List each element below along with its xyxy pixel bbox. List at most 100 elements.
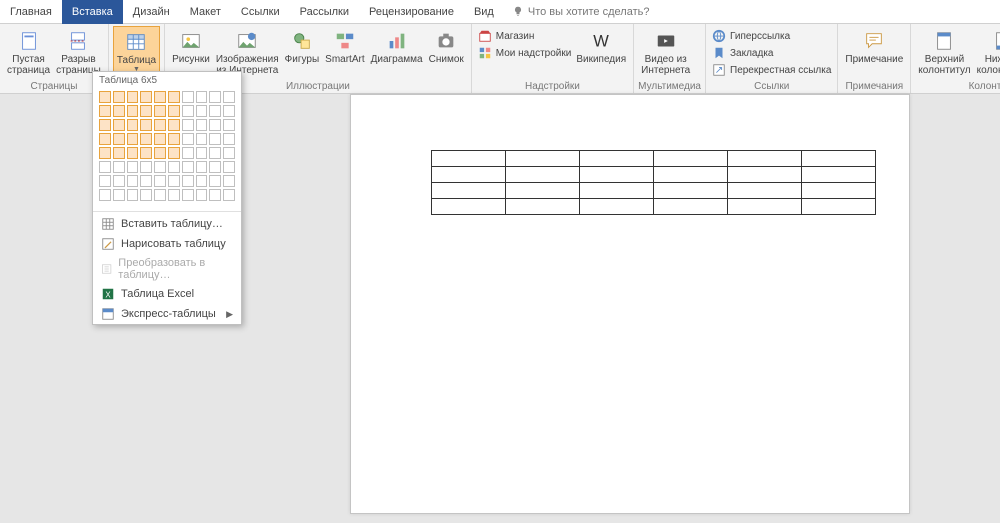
tab-view[interactable]: Вид (464, 0, 504, 24)
grid-cell[interactable] (182, 189, 194, 201)
hyperlink-button[interactable]: Гиперссылка (710, 28, 833, 44)
grid-cell[interactable] (196, 133, 208, 145)
grid-cell[interactable] (223, 133, 235, 145)
tab-insert[interactable]: Вставка (62, 0, 123, 24)
grid-cell[interactable] (113, 175, 125, 187)
grid-cell[interactable] (154, 133, 166, 145)
grid-cell[interactable] (223, 91, 235, 103)
grid-cell[interactable] (127, 133, 139, 145)
tab-references[interactable]: Ссылки (231, 0, 290, 24)
grid-cell[interactable] (113, 105, 125, 117)
grid-cell[interactable] (127, 189, 139, 201)
wikipedia-button[interactable]: W Википедия (573, 26, 629, 67)
grid-cell[interactable] (140, 133, 152, 145)
grid-cell[interactable] (154, 161, 166, 173)
grid-cell[interactable] (140, 161, 152, 173)
grid-cell[interactable] (154, 175, 166, 187)
footer-button[interactable]: Нижний колонтитул (974, 26, 1000, 78)
table-cell[interactable] (432, 183, 506, 199)
store-button[interactable]: Магазин (476, 28, 574, 44)
grid-cell[interactable] (99, 91, 111, 103)
tell-me-search[interactable]: Что вы хотите сделать? (512, 6, 650, 18)
grid-cell[interactable] (209, 189, 221, 201)
grid-cell[interactable] (168, 189, 180, 201)
table-cell[interactable] (654, 151, 728, 167)
grid-cell[interactable] (140, 91, 152, 103)
excel-table-item[interactable]: X Таблица Excel (93, 284, 241, 304)
grid-cell[interactable] (209, 133, 221, 145)
grid-cell[interactable] (182, 161, 194, 173)
grid-cell[interactable] (154, 119, 166, 131)
grid-cell[interactable] (196, 189, 208, 201)
grid-cell[interactable] (168, 161, 180, 173)
grid-cell[interactable] (196, 147, 208, 159)
grid-cell[interactable] (127, 91, 139, 103)
grid-cell[interactable] (209, 91, 221, 103)
table-cell[interactable] (506, 151, 580, 167)
grid-cell[interactable] (127, 105, 139, 117)
grid-cell[interactable] (196, 175, 208, 187)
table-cell[interactable] (802, 183, 876, 199)
table-button[interactable]: Таблица ▼ (113, 26, 160, 76)
grid-cell[interactable] (168, 133, 180, 145)
table-cell[interactable] (506, 199, 580, 215)
grid-cell[interactable] (182, 175, 194, 187)
table-cell[interactable] (580, 167, 654, 183)
table-cell[interactable] (580, 151, 654, 167)
insert-table-item[interactable]: Вставить таблицу… (93, 214, 241, 234)
my-addins-button[interactable]: Мои надстройки (476, 45, 574, 61)
grid-cell[interactable] (140, 105, 152, 117)
grid-cell[interactable] (182, 105, 194, 117)
grid-cell[interactable] (113, 189, 125, 201)
grid-cell[interactable] (154, 189, 166, 201)
grid-cell[interactable] (209, 105, 221, 117)
grid-cell[interactable] (196, 105, 208, 117)
grid-cell[interactable] (209, 119, 221, 131)
grid-cell[interactable] (196, 119, 208, 131)
pictures-button[interactable]: Рисунки (169, 26, 213, 67)
grid-cell[interactable] (168, 91, 180, 103)
table-cell[interactable] (580, 183, 654, 199)
grid-cell[interactable] (154, 91, 166, 103)
grid-cell[interactable] (127, 147, 139, 159)
grid-cell[interactable] (223, 119, 235, 131)
grid-cell[interactable] (154, 147, 166, 159)
table-cell[interactable] (580, 199, 654, 215)
screenshot-button[interactable]: Снимок (426, 26, 467, 67)
grid-cell[interactable] (127, 161, 139, 173)
grid-cell[interactable] (99, 105, 111, 117)
table-cell[interactable] (432, 151, 506, 167)
grid-cell[interactable] (182, 147, 194, 159)
grid-cell[interactable] (154, 105, 166, 117)
tab-home[interactable]: Главная (0, 0, 62, 24)
grid-cell[interactable] (223, 147, 235, 159)
grid-cell[interactable] (168, 175, 180, 187)
grid-cell[interactable] (99, 175, 111, 187)
table-cell[interactable] (728, 167, 802, 183)
tab-review[interactable]: Рецензирование (359, 0, 464, 24)
table-cell[interactable] (432, 199, 506, 215)
grid-cell[interactable] (223, 175, 235, 187)
shapes-button[interactable]: Фигуры (282, 26, 322, 67)
grid-cell[interactable] (127, 175, 139, 187)
grid-cell[interactable] (127, 119, 139, 131)
document-table[interactable] (431, 150, 876, 215)
grid-cell[interactable] (113, 133, 125, 145)
table-cell[interactable] (802, 199, 876, 215)
blank-page-button[interactable]: Пустая страница (4, 26, 53, 78)
smartart-button[interactable]: SmartArt (322, 26, 367, 67)
table-cell[interactable] (506, 183, 580, 199)
header-button[interactable]: Верхний колонтитул (915, 26, 973, 78)
tab-layout[interactable]: Макет (180, 0, 231, 24)
grid-cell[interactable] (113, 161, 125, 173)
grid-cell[interactable] (182, 133, 194, 145)
grid-cell[interactable] (99, 133, 111, 145)
table-cell[interactable] (432, 167, 506, 183)
grid-cell[interactable] (209, 147, 221, 159)
table-cell[interactable] (728, 183, 802, 199)
table-size-grid[interactable] (93, 89, 241, 209)
grid-cell[interactable] (196, 91, 208, 103)
grid-cell[interactable] (140, 119, 152, 131)
grid-cell[interactable] (168, 105, 180, 117)
grid-cell[interactable] (113, 147, 125, 159)
